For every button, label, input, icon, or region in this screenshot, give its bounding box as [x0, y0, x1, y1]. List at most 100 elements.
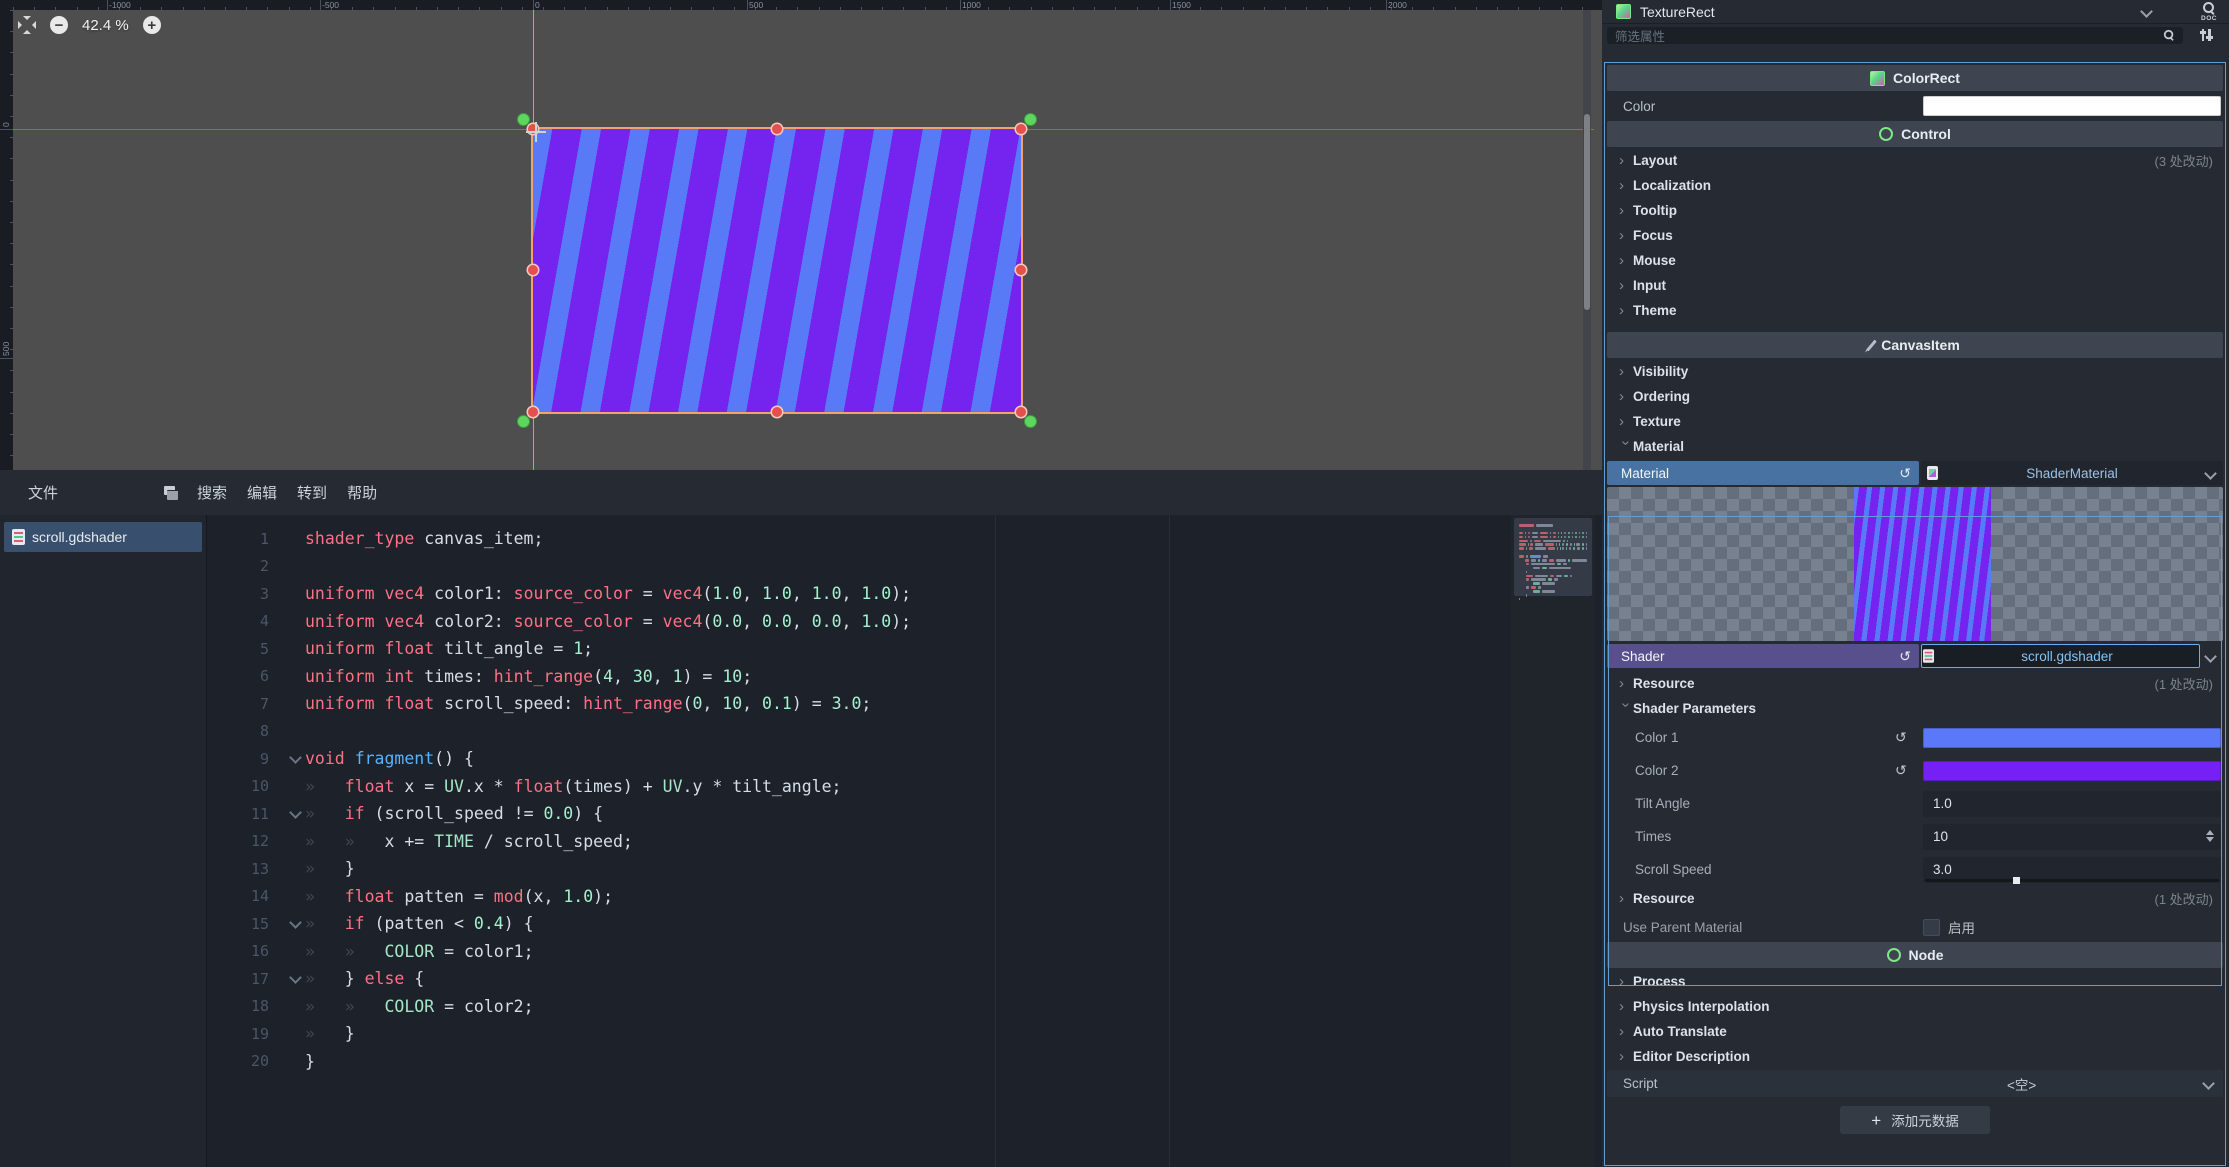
sidebar-section-auto-translate[interactable]: ›Auto Translate: [1607, 1019, 2223, 1044]
material-preview[interactable]: [1607, 487, 2223, 641]
code-line[interactable]: 4uniform vec4 color2: source_color = vec…: [207, 608, 1602, 636]
shadermaterial-dropdown[interactable]: ShaderMaterial: [1921, 461, 2223, 485]
code-line[interactable]: 3uniform vec4 color1: source_color = vec…: [207, 580, 1602, 608]
menu-edit[interactable]: 编辑: [237, 478, 287, 507]
node-selector[interactable]: TextureRect DOC: [1602, 0, 2229, 24]
open-docs-button[interactable]: DOC: [2196, 1, 2222, 22]
revert-icon[interactable]: ↺: [1899, 649, 1911, 663]
resize-handle-left[interactable]: [528, 265, 538, 275]
resize-handle-topright[interactable]: [1016, 124, 1026, 134]
color-picker-swatch[interactable]: [1923, 761, 2221, 781]
zoom-level-label[interactable]: 42.4 %: [82, 17, 129, 34]
code-lines[interactable]: 1shader_type canvas_item;23uniform vec4 …: [207, 525, 1602, 1075]
section-resource-top[interactable]: › Resource (1 处改动): [1607, 671, 2223, 696]
fold-column[interactable]: [285, 921, 305, 927]
code-line[interactable]: 6uniform int times: hint_range(4, 30, 1)…: [207, 663, 1602, 691]
resize-handle-bottomleft[interactable]: [528, 407, 538, 417]
anchor-handle-bottomright[interactable]: [1025, 416, 1036, 427]
slider-thumb[interactable]: [2013, 877, 2020, 884]
sidebar-section-layout[interactable]: ›Layout(3 处改动): [1607, 148, 2223, 173]
code-line[interactable]: 18» » COLOR = color2;: [207, 993, 1602, 1021]
section-header-node[interactable]: Node: [1607, 942, 2223, 968]
sidebar-section-editor-description[interactable]: ›Editor Description: [1607, 1044, 2223, 1069]
resize-handle-bottomright[interactable]: [1016, 407, 1026, 417]
code-minimap-viewport[interactable]: [1514, 518, 1592, 596]
code-line[interactable]: 11» if (scroll_speed != 0.0) {: [207, 800, 1602, 828]
fold-chevron-icon[interactable]: [289, 916, 302, 929]
fold-column[interactable]: [285, 756, 305, 762]
param-value-field[interactable]: 10: [1923, 824, 2221, 850]
sidebar-section-localization[interactable]: ›Localization: [1607, 173, 2223, 198]
filter-properties-input[interactable]: 筛选属性: [1607, 27, 2183, 44]
resize-handle-bottom[interactable]: [772, 407, 782, 417]
revert-icon[interactable]: ↺: [1895, 762, 1907, 779]
sidebar-section-tooltip[interactable]: ›Tooltip: [1607, 198, 2223, 223]
center-view-icon[interactable]: [18, 16, 36, 34]
shader-property-cell[interactable]: Shader ↺: [1607, 644, 1919, 668]
shader-code-editor[interactable]: 1shader_type canvas_item;23uniform vec4 …: [207, 515, 1602, 1167]
code-minimap[interactable]: [1511, 515, 1595, 1167]
section-shader-parameters[interactable]: › Shader Parameters: [1607, 696, 2223, 721]
use-parent-material-checkbox[interactable]: [1923, 919, 1940, 936]
resize-handle-top[interactable]: [772, 124, 782, 134]
code-line[interactable]: 17» } else {: [207, 965, 1602, 993]
menu-help[interactable]: 帮助: [337, 478, 387, 507]
material-property-cell[interactable]: Material ↺: [1607, 461, 1919, 485]
spinner-icon[interactable]: [2206, 830, 2214, 842]
menu-search[interactable]: 搜索: [187, 478, 237, 507]
code-line[interactable]: 20}: [207, 1048, 1602, 1076]
code-line[interactable]: 14» float patten = mod(x, 1.0);: [207, 883, 1602, 911]
section-header-colorrect[interactable]: ColorRect: [1607, 65, 2223, 91]
sidebar-section-input[interactable]: ›Input: [1607, 273, 2223, 298]
sidebar-section-theme[interactable]: ›Theme: [1607, 298, 2223, 323]
code-line[interactable]: 16» » COLOR = color1;: [207, 938, 1602, 966]
fold-column[interactable]: [285, 976, 305, 982]
slider-track[interactable]: [1925, 879, 2219, 882]
sidebar-section-texture[interactable]: ›Texture: [1607, 409, 2223, 434]
inspector-options-button[interactable]: [2191, 26, 2221, 44]
fold-chevron-icon[interactable]: [289, 751, 302, 764]
sidebar-section-focus[interactable]: ›Focus: [1607, 223, 2223, 248]
sidebar-section-visibility[interactable]: ›Visibility: [1607, 359, 2223, 384]
colorrect-node-striped[interactable]: [533, 129, 1021, 412]
menu-file[interactable]: 文件: [18, 478, 68, 507]
viewport-scrollbar[interactable]: [1583, 10, 1591, 470]
code-line[interactable]: 15» if (patten < 0.4) {: [207, 910, 1602, 938]
code-line[interactable]: 9void fragment() {: [207, 745, 1602, 773]
anchor-handle-topright[interactable]: [1025, 114, 1036, 125]
zoom-in-button[interactable]: +: [143, 16, 161, 34]
code-line[interactable]: 12» » x += TIME / scroll_speed;: [207, 828, 1602, 856]
code-line[interactable]: 10» float x = UV.x * float(times) + UV.y…: [207, 773, 1602, 801]
fold-chevron-icon[interactable]: [289, 806, 302, 819]
property-row-script[interactable]: Script <空>: [1607, 1070, 2223, 1097]
shader-file-dropdown[interactable]: scroll.gdshader: [1921, 644, 2200, 668]
zoom-out-button[interactable]: −: [50, 16, 68, 34]
sidebar-section-mouse[interactable]: ›Mouse: [1607, 248, 2223, 273]
code-line[interactable]: 8: [207, 718, 1602, 746]
resize-handle-right[interactable]: [1016, 265, 1026, 275]
code-line[interactable]: 5uniform float tilt_angle = 1;: [207, 635, 1602, 663]
section-material-expanded[interactable]: › Material: [1607, 434, 2223, 459]
add-metadata-button[interactable]: + 添加元数据: [1840, 1106, 1990, 1134]
sidebar-section-process[interactable]: ›Process: [1607, 969, 2223, 994]
sidebar-section-ordering[interactable]: ›Ordering: [1607, 384, 2223, 409]
code-line[interactable]: 13» }: [207, 855, 1602, 883]
color-picker-swatch[interactable]: [1923, 728, 2221, 748]
code-line[interactable]: 2: [207, 553, 1602, 581]
shader-file-item-selected[interactable]: scroll.gdshader: [4, 522, 202, 552]
revert-icon[interactable]: ↺: [1895, 729, 1907, 746]
code-line[interactable]: 1shader_type canvas_item;: [207, 525, 1602, 553]
section-header-control[interactable]: Control: [1607, 121, 2223, 147]
revert-icon[interactable]: ↺: [1899, 466, 1911, 480]
canvas-viewport[interactable]: -1000-5000500100015002000 0500 − 42.4 % …: [0, 0, 1602, 470]
section-header-canvasitem[interactable]: CanvasItem: [1607, 332, 2223, 358]
viewport-scrollbar-thumb[interactable]: [1584, 114, 1590, 310]
menu-goto[interactable]: 转到: [287, 478, 337, 507]
fold-chevron-icon[interactable]: [289, 971, 302, 984]
sidebar-section-physics-interpolation[interactable]: ›Physics Interpolation: [1607, 994, 2223, 1019]
float-panel-icon[interactable]: [164, 486, 179, 499]
color-picker-swatch[interactable]: [1923, 96, 2221, 116]
anchor-handle-bottomleft[interactable]: [518, 416, 529, 427]
param-value-field[interactable]: 1.0: [1923, 791, 2221, 817]
param-value-field[interactable]: 3.0: [1923, 857, 2221, 883]
